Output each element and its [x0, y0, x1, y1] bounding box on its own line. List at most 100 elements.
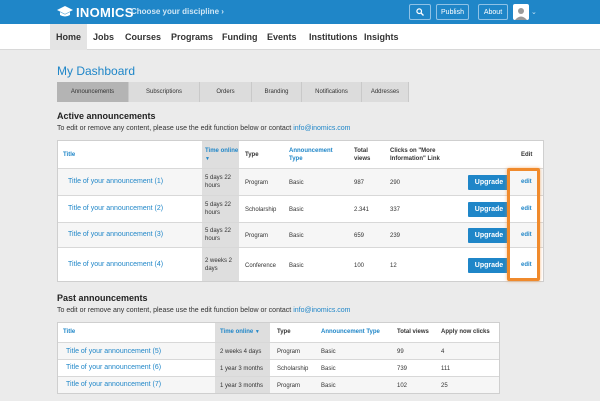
header-time-online[interactable]: Time online ▼ — [205, 147, 239, 163]
tab-subscriptions[interactable]: Subscriptions — [129, 82, 200, 102]
upgrade-button[interactable]: Upgrade — [468, 258, 510, 273]
header-type: Type — [277, 329, 291, 335]
time-online: 1 year 3 months — [220, 383, 264, 389]
header-time-online-label: Time online — [205, 148, 239, 154]
announcement-title-link[interactable]: Title of your announcement (5) — [66, 348, 161, 356]
announcement-title-link[interactable]: Title of your announcement (2) — [68, 205, 163, 213]
nav-insights[interactable]: Insights — [358, 24, 405, 50]
active-hint-text: To edit or remove any content, please us… — [57, 125, 294, 132]
time-online: 1 year 3 months — [220, 366, 264, 372]
nav-programs[interactable]: Programs — [165, 24, 219, 50]
table-row: Title of your announcement (5) 2 weeks 4… — [58, 342, 499, 359]
nav-events[interactable]: Events — [261, 24, 303, 50]
announcement-title-link[interactable]: Title of your announcement (3) — [68, 231, 163, 239]
table-row: Title of your announcement (6) 1 year 3 … — [58, 359, 499, 376]
edit-column-highlight — [507, 168, 540, 281]
past-announcements-heading: Past announcements — [57, 293, 148, 303]
type: Program — [245, 233, 269, 239]
header-announcement-type[interactable]: Announcement Type — [321, 328, 380, 336]
total-views: 659 — [354, 233, 365, 239]
tab-addresses[interactable]: Addresses — [362, 82, 409, 102]
header-apply-now-clicks: Apply now clicks — [441, 329, 490, 335]
header-edit: Edit — [521, 152, 533, 158]
apply-now-clicks: 111 — [441, 366, 451, 372]
table-row: Title of your announcement (3) 5 days 22… — [58, 222, 543, 247]
announcement-type: Basic — [289, 263, 304, 269]
tab-announcements[interactable]: Announcements — [57, 82, 129, 102]
graduation-cap-icon — [57, 6, 73, 17]
chevron-down-icon[interactable]: ⌄ — [531, 8, 537, 16]
time-online: 5 days 22 hours — [205, 228, 232, 242]
tab-notifications[interactable]: Notifications — [302, 82, 362, 102]
active-announcements-table: Title Time online ▼ Type Announcement Ty… — [57, 140, 544, 282]
total-views: 2.341 — [354, 207, 370, 213]
header-type: Type — [245, 152, 259, 158]
time-online: 2 weeks 2 days — [205, 258, 233, 272]
contact-email-link[interactable]: info@inomics.com — [293, 307, 350, 314]
past-hint: To edit or remove any content, please us… — [57, 307, 351, 314]
total-views: 100 — [354, 263, 365, 269]
announcement-type: Basic — [321, 383, 336, 389]
time-online: 2 weeks 4 days — [220, 349, 262, 355]
clicks: 239 — [390, 233, 401, 239]
apply-now-clicks: 4 — [441, 349, 445, 355]
contact-email-link[interactable]: info@inomics.com — [293, 125, 350, 132]
announcement-title-link[interactable]: Title of your announcement (6) — [66, 364, 161, 372]
type: Scholarship — [245, 207, 277, 213]
announcement-type: Basic — [289, 207, 304, 213]
main-nav: Home Jobs Courses Programs Funding Event… — [0, 24, 600, 50]
table-row: Title of your announcement (7) 1 year 3 … — [58, 376, 499, 393]
announcement-title-link[interactable]: Title of your announcement (4) — [68, 261, 163, 269]
page-title: My Dashboard — [57, 64, 136, 78]
table-row: Title of your announcement (4) 2 weeks 2… — [58, 247, 543, 281]
active-announcements-heading: Active announcements — [57, 111, 156, 121]
nav-institutions[interactable]: Institutions — [303, 24, 364, 50]
sort-down-icon: ▼ — [205, 156, 210, 162]
header-time-online[interactable]: Time online ▼ — [220, 328, 260, 336]
time-online: 5 days 22 hours — [205, 202, 232, 216]
header-title[interactable]: Title — [63, 151, 75, 159]
nav-home[interactable]: Home — [50, 24, 88, 50]
nav-jobs[interactable]: Jobs — [87, 24, 120, 50]
announcement-title-link[interactable]: Title of your announcement (7) — [66, 381, 161, 389]
table-row: Title of your announcement (2) 5 days 22… — [58, 195, 543, 222]
time-online: 5 days 22 hours — [205, 175, 232, 189]
clicks: 290 — [390, 180, 401, 186]
total-views: 739 — [397, 366, 408, 372]
announcement-type: Basic — [321, 349, 336, 355]
search-button[interactable] — [409, 4, 431, 20]
publish-button[interactable]: Publish — [436, 4, 469, 20]
logo-text: INOMICS — [76, 4, 134, 20]
header-total-views: Total views — [397, 329, 429, 335]
apply-now-clicks: 25 — [441, 383, 448, 389]
sort-down-icon: ▼ — [254, 329, 260, 335]
nav-courses[interactable]: Courses — [119, 24, 167, 50]
user-icon — [515, 8, 527, 20]
top-bar: INOMICS Choose your discipline › Publish… — [0, 0, 600, 24]
upgrade-button[interactable]: Upgrade — [468, 228, 510, 243]
clicks: 337 — [390, 207, 401, 213]
tab-branding[interactable]: Branding — [252, 82, 302, 102]
choose-discipline-link[interactable]: Choose your discipline › — [131, 7, 224, 16]
upgrade-button[interactable]: Upgrade — [468, 202, 510, 217]
total-views: 99 — [397, 349, 404, 355]
inomics-logo[interactable]: INOMICS — [57, 4, 134, 20]
table-row: Title of your announcement (1) 5 days 22… — [58, 168, 543, 195]
about-button[interactable]: About — [478, 4, 508, 20]
announcement-title-link[interactable]: Title of your announcement (1) — [68, 178, 163, 186]
avatar[interactable] — [513, 4, 529, 20]
type: Scholarship — [277, 366, 309, 372]
upgrade-button[interactable]: Upgrade — [468, 175, 510, 190]
tab-orders[interactable]: Orders — [200, 82, 252, 102]
header-announcement-type[interactable]: Announcement Type — [289, 147, 341, 163]
header-title[interactable]: Title — [63, 328, 75, 336]
clicks: 12 — [390, 263, 397, 269]
header-total-views: Total views — [354, 148, 371, 162]
type: Program — [277, 383, 301, 389]
header-clicks: Clicks on "More Information" Link — [390, 148, 440, 162]
type: Program — [245, 180, 269, 186]
search-icon — [416, 8, 424, 16]
header-time-online-label: Time online — [220, 329, 254, 335]
total-views: 987 — [354, 180, 365, 186]
nav-funding[interactable]: Funding — [216, 24, 264, 50]
